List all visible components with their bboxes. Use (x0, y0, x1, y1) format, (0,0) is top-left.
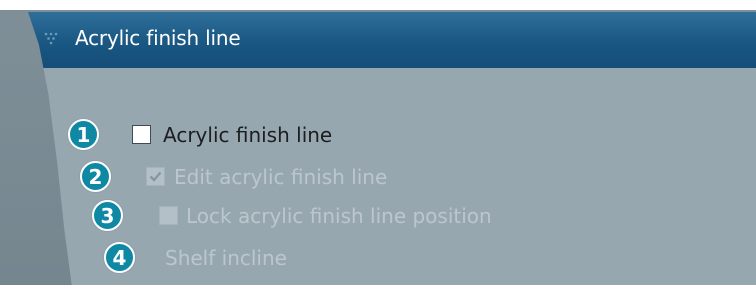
shelf-incline-label: Shelf incline (165, 245, 287, 270)
grip-dots-icon[interactable] (44, 31, 58, 45)
checkmark-icon (149, 171, 162, 182)
option-lock-acrylic-finish-line-position: 3 Lock acrylic finish line position (92, 200, 492, 231)
step-badge-3: 3 (92, 200, 123, 231)
lock-acrylic-finish-line-position-checkbox[interactable] (159, 206, 178, 225)
lock-acrylic-finish-line-position-label[interactable]: Lock acrylic finish line position (186, 204, 492, 228)
step-badge-4: 4 (104, 242, 135, 273)
panel-header[interactable]: Acrylic finish line (28, 12, 756, 69)
step-badge-1: 1 (68, 119, 99, 150)
acrylic-finish-line-label[interactable]: Acrylic finish line (163, 123, 332, 147)
edit-acrylic-finish-line-checkbox[interactable] (146, 167, 165, 186)
option-shelf-incline: 4 Shelf incline (104, 242, 287, 273)
acrylic-finish-line-checkbox[interactable] (132, 125, 151, 144)
option-acrylic-finish-line: 1 Acrylic finish line (68, 119, 332, 150)
step-badge-2: 2 (80, 161, 111, 192)
option-edit-acrylic-finish-line: 2 Edit acrylic finish line (80, 161, 387, 192)
edit-acrylic-finish-line-label[interactable]: Edit acrylic finish line (174, 165, 387, 189)
panel-title: Acrylic finish line (75, 26, 241, 50)
